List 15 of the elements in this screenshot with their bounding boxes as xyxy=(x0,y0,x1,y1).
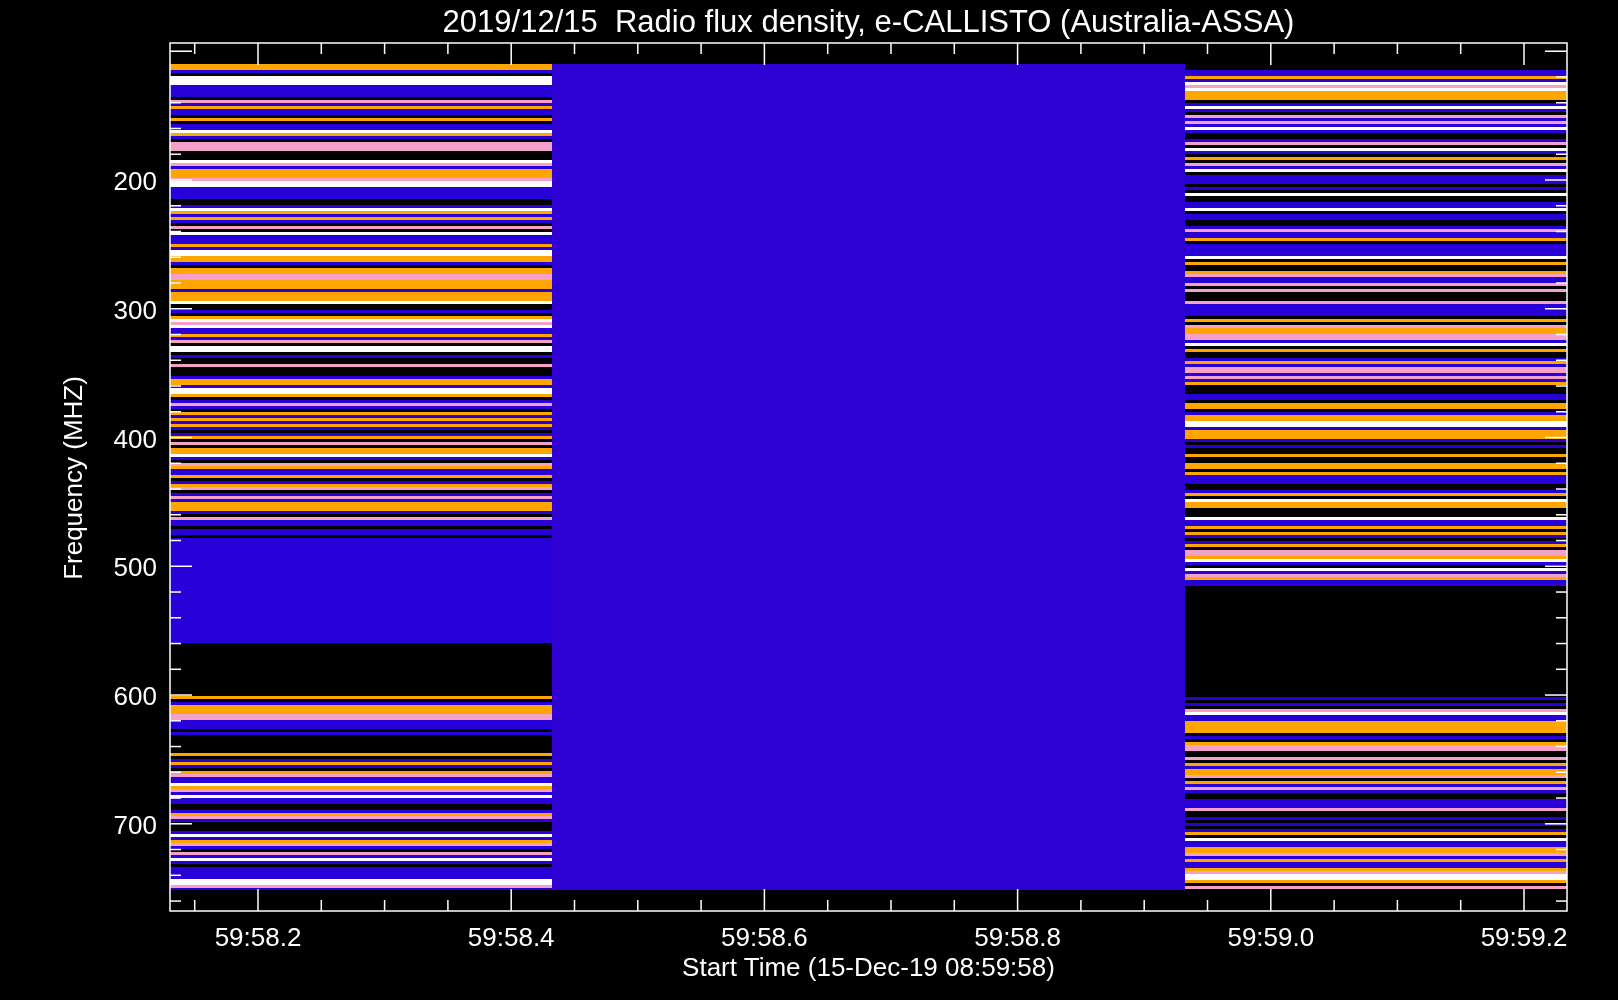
y-tick-label: 400 xyxy=(113,423,157,454)
y-tick-label: 200 xyxy=(113,166,157,196)
y-tick-label: 500 xyxy=(113,552,157,583)
x-tick-label: 59:59.2 xyxy=(1480,922,1568,952)
x-tick-label: 59:59.0 xyxy=(1227,922,1315,952)
x-tick-label: 59:58.2 xyxy=(214,922,302,952)
x-tick-label: 59:58.4 xyxy=(467,922,555,952)
x-tick-label: 59:58.6 xyxy=(721,922,808,952)
y-tick-label: 600 xyxy=(113,681,157,712)
x-axis-label: Start Time (15-Dec-19 08:59:58) xyxy=(682,952,1055,982)
x-tick-label: 59:58.8 xyxy=(974,922,1061,952)
chart-title: 2019/12/15 Radio flux density, e-CALLISTO (Australia-ASSA) xyxy=(442,4,1295,39)
y-axis-label: Frequency (MHZ) xyxy=(58,376,88,580)
y-tick-label: 700 xyxy=(113,809,157,840)
y-tick-label: 300 xyxy=(113,294,157,325)
